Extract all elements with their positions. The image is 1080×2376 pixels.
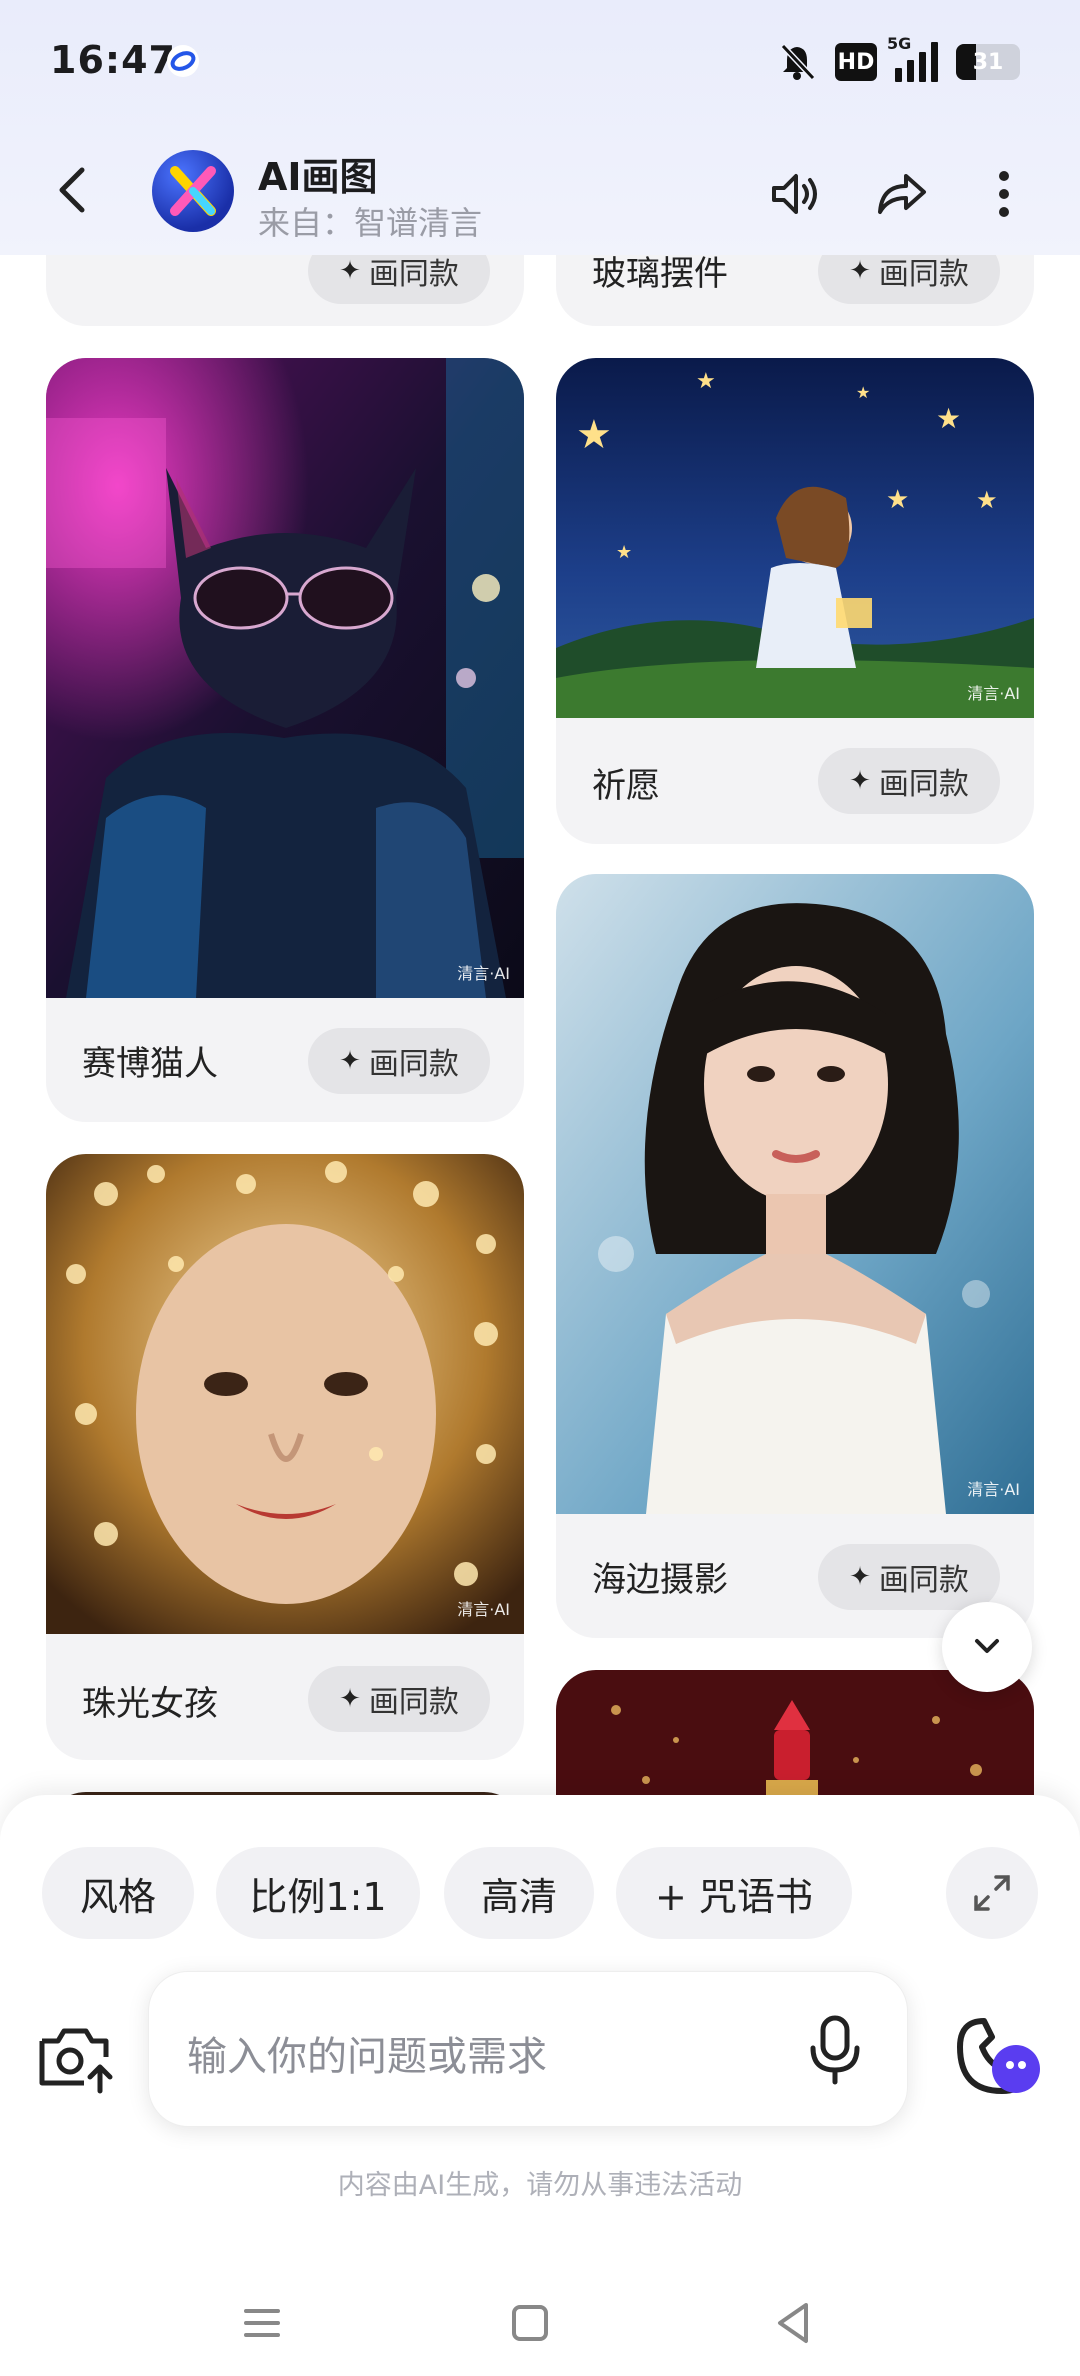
- seaside-portrait-image: [556, 874, 1034, 1514]
- menu-nav-icon[interactable]: [232, 2293, 292, 2353]
- card-image[interactable]: 清言·AI: [46, 1154, 524, 1634]
- more-options-icon[interactable]: [976, 166, 1032, 222]
- sparkle-icon: ✦: [849, 766, 871, 796]
- camera-upload-icon[interactable]: [36, 2017, 116, 2097]
- voice-call-icon[interactable]: [944, 2007, 1044, 2107]
- battery-level: 31: [972, 49, 1004, 75]
- page-subtitle: 来自：智谱清言: [258, 204, 483, 242]
- signal-strength-icon: 5G: [887, 34, 938, 82]
- sparkle-icon: ✦: [849, 1562, 871, 1592]
- battery-icon: 31: [956, 44, 1020, 80]
- home-nav-icon[interactable]: [500, 2293, 560, 2353]
- sparkle-icon: ✦: [339, 1046, 361, 1076]
- expand-button[interactable]: [946, 1847, 1038, 1939]
- scroll-to-bottom-button[interactable]: [942, 1602, 1032, 1692]
- status-icons: HD 5G 31: [777, 34, 1020, 84]
- page-title: AI画图: [258, 155, 378, 199]
- card-caption: 赛博猫人: [82, 1044, 218, 1084]
- svg-text:★: ★: [696, 369, 716, 394]
- ai-draw-logo-icon: [170, 166, 216, 216]
- same-style-button[interactable]: ✦ 画同款: [308, 1028, 490, 1094]
- svg-text:★: ★: [886, 485, 909, 515]
- hd-badge: HD: [835, 43, 877, 81]
- sparkle-icon: ✦: [849, 256, 871, 286]
- card-caption: 海边摄影: [592, 1560, 728, 1600]
- bot-avatar[interactable]: [152, 150, 234, 232]
- feed-card[interactable]: ★ ★ ★ ★ ★ ★ ★ 清言·AI 祈愿 ✦ 画同款: [556, 358, 1034, 844]
- watermark-label: 清言·AI: [457, 1600, 510, 1619]
- status-bar: 16:47 HD 5G 31: [0, 0, 1080, 130]
- same-style-button[interactable]: ✦ 画同款: [818, 748, 1000, 814]
- style-chip[interactable]: 风格: [42, 1847, 194, 1939]
- mute-bell-icon: [780, 43, 816, 81]
- back-icon[interactable]: [48, 160, 98, 220]
- svg-text:★: ★: [616, 542, 632, 563]
- image-feed[interactable]: ✦ 画同款 玻璃摆件 ✦ 画同款 清言·AI 赛博猫人 ✦ 画同款 ★ ★ ★ …: [0, 0, 1080, 1800]
- card-image[interactable]: ★ ★ ★ ★ ★ ★ ★ 清言·AI: [556, 358, 1034, 718]
- back-nav-icon[interactable]: [764, 2293, 824, 2353]
- cyber-cat-image: [46, 358, 524, 998]
- sparkle-icon: ✦: [339, 1684, 361, 1714]
- input-placeholder: 输入你的问题或需求: [187, 2034, 547, 2080]
- ai-disclaimer: 内容由AI生成，请勿从事违法活动: [337, 2170, 743, 2201]
- starry-girl-image: ★ ★ ★ ★ ★ ★ ★: [556, 358, 1034, 718]
- status-time: 16:47: [50, 38, 176, 82]
- spell-book-chip[interactable]: + 咒语书: [616, 1847, 852, 1939]
- feed-card[interactable]: 清言·AI 珠光女孩 ✦ 画同款: [46, 1154, 524, 1760]
- card-image[interactable]: [556, 1670, 1034, 1800]
- feed-card[interactable]: [556, 1670, 1034, 1800]
- app-notification-icon: [167, 45, 199, 77]
- network-type-label: 5G: [887, 34, 912, 53]
- lipstick-image: [556, 1670, 1034, 1800]
- svg-text:★: ★: [576, 412, 612, 458]
- svg-text:★: ★: [976, 486, 998, 514]
- expand-icon: [974, 1875, 1010, 1911]
- message-input[interactable]: 输入你的问题或需求: [148, 1971, 908, 2127]
- chat-header: AI画图 来自：智谱清言: [0, 130, 1080, 255]
- svg-text:★: ★: [936, 402, 961, 435]
- watermark-label: 清言·AI: [967, 1480, 1020, 1499]
- hd-chip[interactable]: 高清: [444, 1847, 594, 1939]
- watermark-label: 清言·AI: [457, 964, 510, 983]
- pearl-girl-image: [46, 1154, 524, 1634]
- card-image[interactable]: 清言·AI: [46, 358, 524, 998]
- feed-card[interactable]: 清言·AI 赛博猫人 ✦ 画同款: [46, 358, 524, 1122]
- card-caption: 珠光女孩: [82, 1684, 218, 1724]
- card-caption: 祈愿: [592, 766, 660, 806]
- feed-card[interactable]: 清言·AI 海边摄影 ✦ 画同款: [556, 874, 1034, 1638]
- svg-text:★: ★: [856, 383, 870, 402]
- share-icon[interactable]: [874, 166, 930, 222]
- card-image[interactable]: 清言·AI: [556, 874, 1034, 1514]
- speaker-icon[interactable]: [766, 166, 822, 222]
- composer-panel: 风格 比例1:1 高清 + 咒语书 输入你的问题或需求 内容由AI生成，请勿从事…: [0, 1795, 1080, 2376]
- ratio-chip[interactable]: 比例1:1: [216, 1847, 420, 1939]
- watermark-label: 清言·AI: [967, 684, 1020, 703]
- chevron-down-icon: [975, 1639, 999, 1653]
- microphone-icon[interactable]: [805, 2012, 865, 2088]
- system-navigation-bar: [0, 2271, 1080, 2371]
- same-style-button[interactable]: ✦ 画同款: [308, 1666, 490, 1732]
- same-style-button[interactable]: ✦ 画同款: [818, 1544, 1000, 1610]
- sparkle-icon: ✦: [339, 256, 361, 286]
